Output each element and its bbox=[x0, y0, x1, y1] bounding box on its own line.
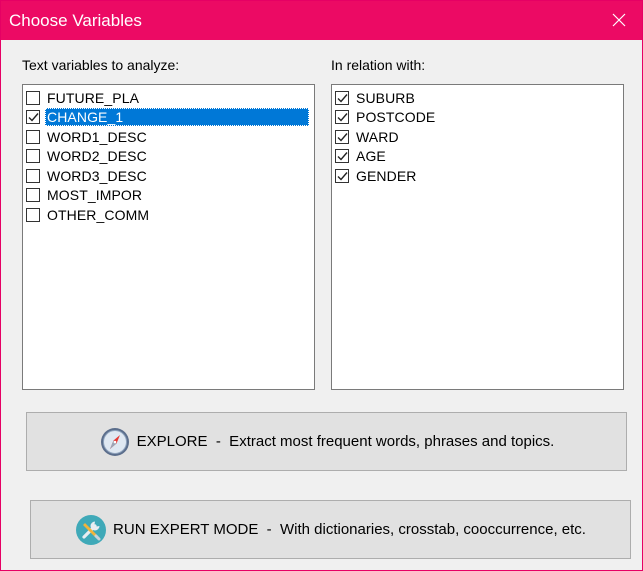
checkmark-icon bbox=[337, 93, 348, 103]
checkbox[interactable] bbox=[26, 110, 40, 124]
list-item[interactable]: FUTURE_PLA bbox=[26, 88, 309, 107]
checkbox[interactable] bbox=[26, 90, 40, 105]
list-item[interactable]: POSTCODE bbox=[335, 108, 618, 127]
explore-button-label: EXPLORE - Extract most frequent words, p… bbox=[136, 433, 555, 450]
list-item[interactable]: WORD3_DESC bbox=[26, 166, 309, 185]
list-item-label: MOST_IMPOR bbox=[47, 187, 143, 203]
list-item[interactable]: WORD2_DESC bbox=[26, 147, 309, 166]
list-item[interactable]: AGE bbox=[335, 147, 618, 166]
list-item-label: FUTURE_PLA bbox=[47, 89, 140, 106]
checkbox[interactable] bbox=[335, 110, 349, 124]
explore-button[interactable]: EXPLORE - Extract most frequent words, p… bbox=[26, 412, 627, 471]
list-item[interactable]: WORD1_DESC bbox=[26, 127, 309, 146]
dialog-body: Text variables to analyze: In relation w… bbox=[1, 40, 642, 570]
checkbox[interactable] bbox=[26, 129, 40, 144]
list-item[interactable]: OTHER_COMM bbox=[26, 205, 309, 224]
checkmark-icon bbox=[337, 171, 348, 181]
list-item-label: WORD1_DESC bbox=[47, 128, 147, 145]
checkbox[interactable] bbox=[335, 129, 349, 144]
list-item-label: OTHER_COMM bbox=[47, 206, 150, 223]
checkbox[interactable] bbox=[335, 90, 349, 105]
list-item-label: WARD bbox=[356, 128, 399, 145]
checkmark-icon bbox=[337, 113, 348, 122]
choose-variables-window: Choose Variables Text variables to analy… bbox=[0, 0, 643, 571]
close-button[interactable] bbox=[596, 1, 642, 40]
text-variables-list[interactable]: FUTURE_PLA CHANGE_1 WORD1_DESC WORD2_DESC WO… bbox=[22, 84, 315, 390]
window-title: Choose Variables bbox=[9, 11, 142, 30]
run-expert-mode-label: RUN EXPERT MODE - With dictionaries, cro… bbox=[113, 521, 586, 538]
checkbox[interactable] bbox=[26, 149, 40, 163]
list-item[interactable]: SUBURB bbox=[335, 88, 618, 107]
list-item-label: AGE bbox=[356, 148, 386, 164]
checkbox[interactable] bbox=[335, 168, 349, 183]
list-item[interactable]: MOST_IMPOR bbox=[26, 186, 309, 205]
relation-variables-list[interactable]: SUBURB POSTCODE WARD AGE GENDER bbox=[331, 84, 624, 390]
list-item-label: WORD2_DESC bbox=[47, 148, 147, 164]
close-icon bbox=[612, 13, 626, 27]
checkbox[interactable] bbox=[26, 168, 40, 183]
list-item-label: WORD3_DESC bbox=[47, 167, 147, 184]
tools-icon bbox=[76, 514, 107, 545]
relation-label: In relation with: bbox=[331, 57, 426, 73]
list-item-label: POSTCODE bbox=[356, 109, 436, 125]
list-item[interactable]: CHANGE_1 bbox=[26, 108, 309, 127]
list-item[interactable]: GENDER bbox=[335, 166, 618, 185]
checkbox[interactable] bbox=[26, 188, 40, 202]
checkmark-icon bbox=[337, 132, 348, 142]
checkmark-icon bbox=[28, 113, 39, 122]
list-item[interactable]: WARD bbox=[335, 127, 618, 146]
run-expert-mode-button[interactable]: RUN EXPERT MODE - With dictionaries, cro… bbox=[30, 500, 631, 559]
list-item-label: CHANGE_1 bbox=[45, 108, 309, 126]
title-bar[interactable]: Choose Variables bbox=[1, 1, 642, 40]
list-item-label: SUBURB bbox=[356, 89, 415, 106]
checkbox[interactable] bbox=[335, 149, 349, 163]
checkbox[interactable] bbox=[26, 207, 40, 222]
list-item-label: GENDER bbox=[356, 167, 417, 184]
text-variables-label: Text variables to analyze: bbox=[22, 57, 180, 73]
compass-icon bbox=[100, 427, 129, 456]
checkmark-icon bbox=[337, 152, 348, 161]
